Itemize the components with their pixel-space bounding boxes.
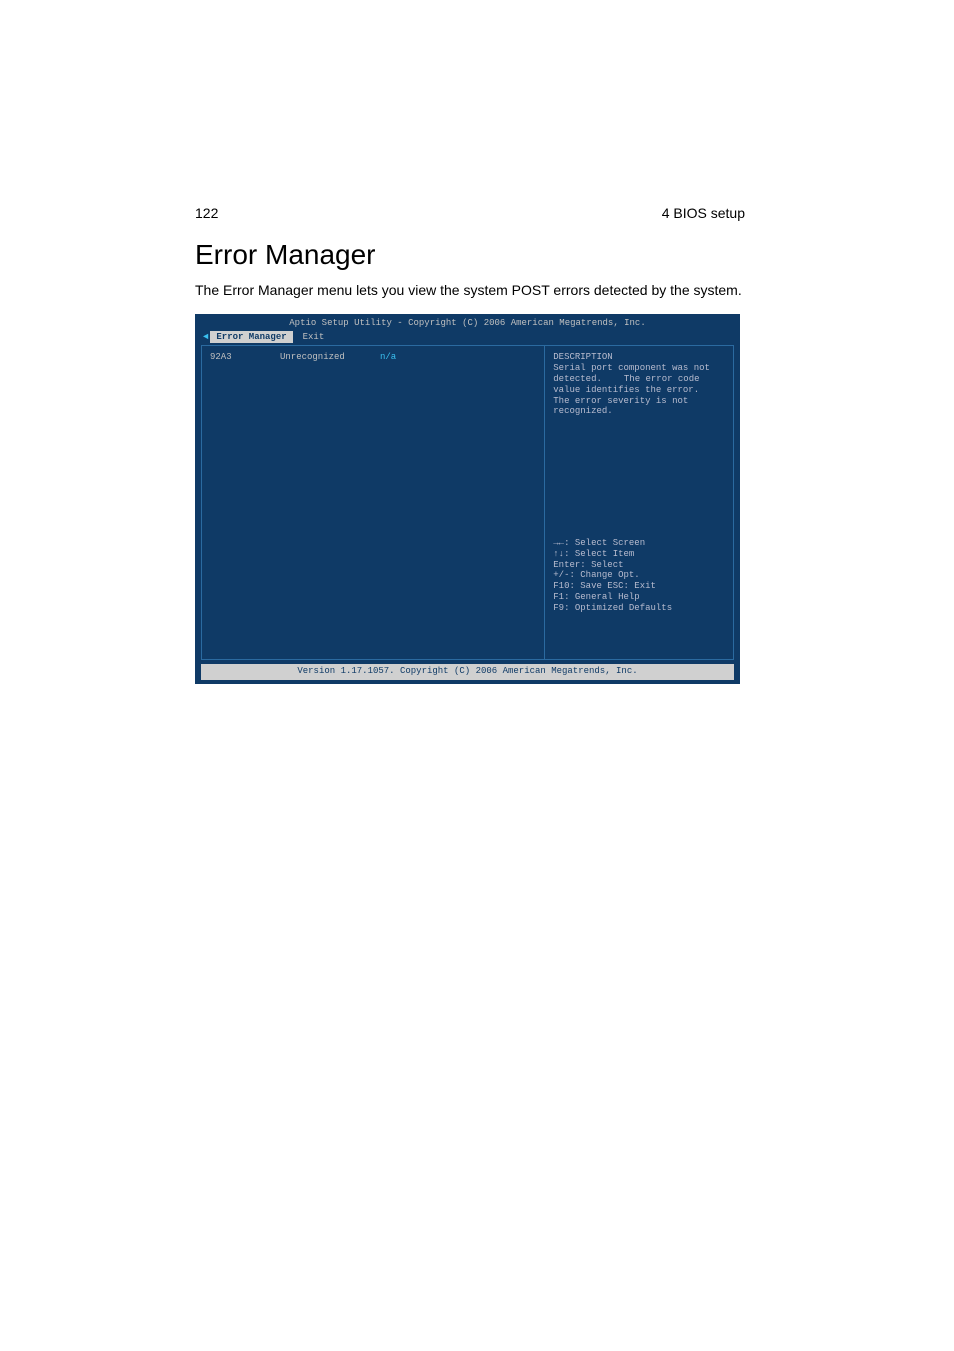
bios-footer: Version 1.17.1057. Copyright (C) 2006 Am… — [201, 664, 734, 680]
page-header: 122 4 BIOS setup — [195, 205, 745, 221]
left-arrow-icon: ◄ — [203, 332, 210, 343]
help-line: →←: Select Screen — [553, 538, 725, 549]
error-code: 92A3 — [210, 352, 280, 363]
tab-error-manager[interactable]: Error Manager — [210, 331, 292, 344]
help-line: Enter: Select — [553, 560, 725, 571]
bios-body: 92A3 Unrecognized n/a DESCRIPTION Serial… — [201, 345, 734, 660]
page-content: 122 4 BIOS setup Error Manager The Error… — [195, 205, 745, 684]
tab-exit[interactable]: Exit — [297, 331, 331, 344]
description-block: DESCRIPTION Serial port component was no… — [553, 352, 725, 417]
help-line: ↑↓: Select Item — [553, 549, 725, 560]
error-value: n/a — [380, 352, 536, 363]
description-line: value identifies the error. — [553, 385, 725, 396]
description-line: detected. The error code — [553, 374, 725, 385]
error-row[interactable]: 92A3 Unrecognized n/a — [210, 352, 536, 363]
help-line: F1: General Help — [553, 592, 725, 603]
help-line: +/-: Change Opt. — [553, 570, 725, 581]
page-title: Error Manager — [195, 239, 745, 271]
help-block: →←: Select Screen ↑↓: Select Item Enter:… — [553, 538, 725, 614]
description-text: detected. — [553, 374, 602, 384]
description-line: recognized. — [553, 406, 725, 417]
description-line: The error severity is not — [553, 396, 725, 407]
bios-screenshot: Aptio Setup Utility - Copyright (C) 2006… — [195, 314, 740, 684]
body-text: The Error Manager menu lets you view the… — [195, 281, 745, 300]
bios-tab-bar: ◄ Error Manager Exit — [195, 331, 740, 346]
description-heading: DESCRIPTION — [553, 352, 725, 363]
help-line: F9: Optimized Defaults — [553, 603, 725, 614]
description-text: The error code — [624, 374, 700, 384]
description-line: Serial port component was not — [553, 363, 725, 374]
error-status: Unrecognized — [280, 352, 380, 363]
bios-top-title: Aptio Setup Utility - Copyright (C) 2006… — [195, 314, 740, 331]
bios-left-panel: 92A3 Unrecognized n/a — [202, 346, 545, 659]
bios-right-panel: DESCRIPTION Serial port component was no… — [545, 346, 733, 659]
help-line: F10: Save ESC: Exit — [553, 581, 725, 592]
section-name: 4 BIOS setup — [662, 205, 745, 221]
page-number: 122 — [195, 205, 218, 221]
